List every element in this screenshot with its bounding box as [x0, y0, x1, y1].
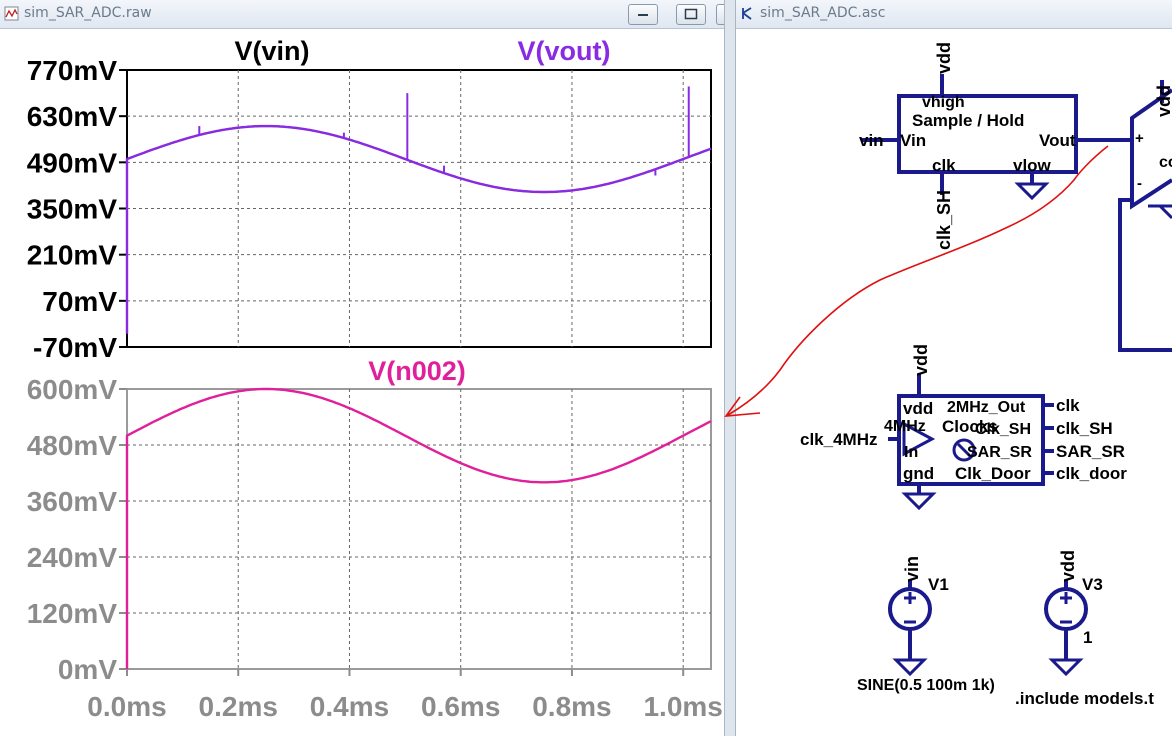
- trace-vn002[interactable]: [125, 387, 712, 669]
- y-tick-label: 600mV: [27, 374, 118, 405]
- top-pane-frame[interactable]: [126, 69, 712, 348]
- ground-icon-clocks: [901, 492, 937, 511]
- clk-pin-vdd: vdd: [903, 399, 933, 418]
- x-tick-label: 0.6ms: [421, 691, 500, 722]
- sh-block-name: Sample / Hold: [912, 111, 1024, 130]
- clk-pin-in: In: [904, 444, 918, 461]
- v3-value: 1: [1083, 628, 1092, 647]
- sh-net-clk: clk_SH: [934, 190, 954, 250]
- y-tick-label: 120mV: [27, 598, 118, 629]
- trace-title-vin[interactable]: V(vin): [234, 36, 309, 66]
- y-tick-label: -70mV: [33, 332, 117, 363]
- schematic-canvas[interactable]: vdd vhigh Sample / Hold vin Vin Vout clk…: [736, 0, 1172, 736]
- clk-pin-freq: 4MHz: [884, 418, 926, 435]
- y-tick-label: 490mV: [27, 147, 118, 178]
- clk-pin-out2: Clk_SH: [975, 421, 1031, 438]
- x-tick-label: 1.0ms: [643, 691, 722, 722]
- y-tick-label: 210mV: [27, 240, 118, 271]
- x-tick-label: 0.4ms: [310, 691, 389, 722]
- comp-net-vdd: vdd: [1154, 85, 1172, 117]
- ground-icon-comp: [1148, 204, 1172, 220]
- clk-pin-out1: 2MHz_Out: [947, 399, 1026, 416]
- y-tick-label: 630mV: [27, 101, 118, 132]
- waveform-window: sim_SAR_ADC.raw 770mV 630mV 490mV 350mV 210m…: [0, 0, 724, 736]
- trace-vvin[interactable]: [126, 125, 712, 193]
- v3-name: V3: [1082, 575, 1103, 594]
- clk-pin-gnd: gnd: [903, 464, 934, 483]
- clk-net-out3: SAR_SR: [1056, 442, 1125, 461]
- clk-pin-out3: SAR_SR: [967, 444, 1032, 461]
- comp-minus: -: [1137, 175, 1142, 192]
- waveform-plot[interactable]: 770mV 630mV 490mV 350mV 210mV 70mV -70mV 600mV…: [0, 0, 724, 736]
- y-tick-label: 360mV: [27, 486, 118, 517]
- schematic-window: sim_SAR_ADC.asc vdd vhigh Sample / Hold …: [736, 0, 1172, 736]
- comp-name: co: [1159, 154, 1172, 171]
- sh-pin-vlow: vlow: [1013, 156, 1052, 175]
- v1-net: vin: [902, 556, 922, 582]
- spice-directive: .include models.t: [1015, 689, 1154, 708]
- ground-icon-v1: [892, 658, 928, 677]
- sh-pin-vin: Vin: [900, 131, 926, 150]
- trace-title-n002[interactable]: V(n002): [368, 356, 466, 386]
- y-tick-label: 0mV: [58, 654, 117, 685]
- y-tick-label: 770mV: [27, 55, 118, 86]
- y-tick-label: 240mV: [27, 542, 118, 573]
- bottom-pane-frame[interactable]: [126, 388, 712, 670]
- sh-pin-vout: Vout: [1039, 131, 1076, 150]
- comp-plus: +: [1135, 130, 1144, 147]
- sh-pin-vhigh: vhigh: [922, 94, 965, 111]
- y-tick-label: 480mV: [27, 430, 118, 461]
- y-tick-label: 350mV: [27, 194, 118, 225]
- clk-net-out2: clk_SH: [1056, 419, 1113, 438]
- trace-vvout[interactable]: [125, 124, 712, 334]
- trace-title-vout[interactable]: V(vout): [518, 36, 611, 66]
- clk-net-out4: clk_door: [1056, 464, 1127, 483]
- x-tick-label: 0.0ms: [87, 691, 166, 722]
- v3-net: vdd: [1058, 550, 1078, 582]
- ground-icon-sh: [1014, 182, 1050, 201]
- v3-plus-icon: [1060, 592, 1072, 624]
- sh-net-vin: vin: [859, 131, 884, 150]
- ground-icon-v3: [1048, 658, 1084, 677]
- clk-net-in: clk_4MHz: [800, 430, 877, 449]
- clk-net-vdd: vdd: [911, 344, 931, 376]
- clk-net-out1: clk: [1056, 396, 1080, 415]
- v1-plus-icon: [904, 592, 916, 624]
- sh-pin-clk: clk: [932, 156, 956, 175]
- sh-net-vdd: vdd: [934, 42, 954, 74]
- v1-name: V1: [928, 575, 949, 594]
- v1-value: SINE(0.5 100m 1k): [857, 677, 995, 694]
- y-tick-label: 70mV: [42, 286, 117, 317]
- clk-pin-out4: Clk_Door: [955, 464, 1031, 483]
- x-tick-label: 0.2ms: [199, 691, 278, 722]
- x-tick-label: 0.8ms: [532, 691, 611, 722]
- window-divider: [724, 0, 736, 736]
